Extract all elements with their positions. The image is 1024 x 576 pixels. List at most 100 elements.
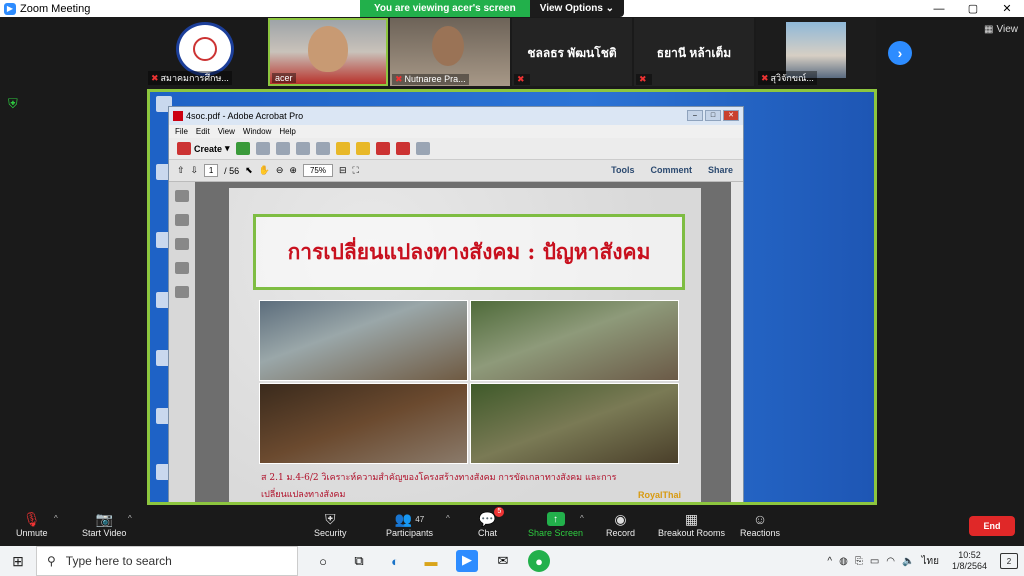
network-icon[interactable]: ▭	[870, 556, 879, 567]
comment-tab[interactable]: Comment	[650, 165, 692, 175]
acrobat-maximize-button[interactable]: □	[705, 110, 721, 121]
prev-page-icon[interactable]: ⇧	[177, 165, 185, 176]
edge-browser-icon[interactable]: ◐	[384, 550, 406, 572]
chat-button[interactable]: 💬 5 Chat	[478, 507, 505, 538]
participant-tile[interactable]: ชลลธร พัฒนโชติ ✖	[512, 18, 632, 86]
volume-icon[interactable]: 🔈	[902, 556, 914, 567]
start-video-button[interactable]: 📷 Start Video	[82, 510, 126, 539]
unmute-label: Unmute	[16, 528, 48, 538]
task-pane-tabs: Tools Comment Share	[611, 165, 733, 175]
next-page-arrow-icon[interactable]: ›	[888, 41, 912, 65]
menu-edit[interactable]: Edit	[196, 127, 210, 136]
line-app-icon[interactable]: ●	[528, 550, 550, 572]
notification-center-icon[interactable]: 2	[1000, 553, 1018, 569]
view-label: View	[996, 24, 1019, 35]
taskbar-clock[interactable]: 10:52 1/8/2564	[952, 550, 987, 572]
participants-button[interactable]: 👥 47 Participants	[386, 510, 433, 539]
next-page-icon[interactable]: ⇩	[191, 165, 199, 176]
close-button[interactable]: ✕	[990, 0, 1024, 17]
page-thumbnails-icon[interactable]	[175, 190, 189, 202]
tray-expand-icon[interactable]: ^	[827, 556, 832, 567]
end-meeting-button[interactable]: End	[969, 516, 1015, 536]
slide-title: การเปลี่ยนแปลงทางสังคม : ปัญหาสังคม	[287, 238, 651, 264]
mail-icon[interactable]: ✉	[492, 550, 514, 572]
breakout-rooms-button[interactable]: ▦ Breakout Rooms	[658, 510, 725, 539]
encryption-shield-icon[interactable]: ⛨	[8, 96, 22, 112]
maximize-button[interactable]: ▢	[956, 0, 990, 17]
print-icon[interactable]	[275, 142, 290, 155]
acrobat-close-button[interactable]: ✕	[723, 110, 739, 121]
participants-count: 47	[415, 514, 425, 524]
attach-icon[interactable]	[375, 142, 390, 155]
cortana-icon[interactable]: ○	[312, 550, 334, 572]
layers-icon[interactable]	[175, 262, 189, 274]
minimize-button[interactable]: —	[922, 0, 956, 17]
participant-tile[interactable]: ✖ สุวิจักขณ์...	[756, 18, 876, 86]
zoom-out-icon[interactable]: ⊖	[276, 165, 284, 176]
reactions-button[interactable]: ☺ Reactions	[740, 510, 780, 538]
select-tool-icon[interactable]: ⬉	[245, 165, 253, 176]
input-language[interactable]: ไทย	[921, 554, 938, 569]
task-view-icon[interactable]: ⧉	[348, 550, 370, 572]
attachments-icon[interactable]	[175, 238, 189, 250]
wifi-icon[interactable]: ◠	[886, 556, 895, 567]
menu-file[interactable]: File	[175, 127, 188, 136]
muted-mic-icon: ✖	[761, 73, 769, 83]
search-placeholder: Type here to search	[65, 554, 172, 568]
tray-app-icon[interactable]: ◍	[839, 556, 848, 567]
export-icon[interactable]	[415, 142, 430, 155]
acrobat-window[interactable]: 4soc.pdf - Adobe Acrobat Pro – □ ✕ File …	[168, 106, 744, 502]
security-button[interactable]: ⛨ Security	[314, 510, 347, 539]
page-total: / 56	[224, 165, 240, 176]
zoom-level-select[interactable]: 75%	[302, 164, 333, 177]
unmute-button[interactable]: 🎙 Unmute	[16, 510, 48, 539]
tools-tab[interactable]: Tools	[611, 165, 634, 175]
comment-icon[interactable]	[335, 142, 350, 155]
settings-gear-icon[interactable]	[315, 142, 330, 155]
video-options-caret-icon[interactable]: ^	[128, 514, 132, 523]
acrobat-minimize-button[interactable]: –	[687, 110, 703, 121]
sign-icon[interactable]	[395, 142, 410, 155]
email-icon[interactable]	[295, 142, 310, 155]
bookmarks-icon[interactable]	[175, 214, 189, 226]
slide-photo	[259, 383, 468, 464]
share-tab[interactable]: Share	[708, 165, 733, 175]
full-screen-icon[interactable]: ⛶	[353, 165, 359, 176]
hand-tool-icon[interactable]: ✋	[259, 165, 270, 176]
zoom-taskbar-icon[interactable]: ▶	[456, 550, 478, 572]
create-button[interactable]: Create ▾	[177, 142, 230, 155]
menu-view[interactable]: View	[218, 127, 235, 136]
usb-icon[interactable]: ⎘	[855, 556, 863, 567]
record-button[interactable]: ◉ Record	[606, 510, 635, 539]
vertical-scrollbar[interactable]	[731, 182, 743, 502]
muted-mic-icon: ✖	[517, 74, 525, 84]
page-number-input[interactable]: 1	[204, 164, 219, 177]
zoom-in-icon[interactable]: ⊕	[289, 165, 297, 176]
windows-start-icon[interactable]: ⊞	[0, 546, 36, 576]
participant-tile[interactable]: ธยานี หล้าเต็ม ✖	[634, 18, 754, 86]
audio-options-caret-icon[interactable]: ^	[54, 514, 58, 523]
view-button[interactable]: ▦ View	[984, 24, 1018, 35]
menu-window[interactable]: Window	[243, 127, 271, 136]
save-icon[interactable]	[255, 142, 270, 155]
share-options-caret-icon[interactable]: ^	[580, 514, 584, 523]
signatures-icon[interactable]	[175, 286, 189, 298]
participant-tile[interactable]: ✖ Nutnaree Pra...	[390, 18, 510, 86]
open-folder-icon[interactable]	[235, 142, 250, 155]
menu-help[interactable]: Help	[279, 127, 295, 136]
fit-page-icon[interactable]: ⊟	[339, 165, 347, 176]
system-tray: ^ ◍ ⎘ ▭ ◠ 🔈 ไทย 10:52 1/8/2564 2	[827, 546, 1024, 576]
shared-screen[interactable]: 4soc.pdf - Adobe Acrobat Pro – □ ✕ File …	[147, 89, 877, 505]
taskbar-search-box[interactable]: ⚲ Type here to search	[36, 546, 298, 576]
participant-tile[interactable]: ✖ สมาคมการศึกษ...	[146, 18, 266, 86]
file-explorer-icon[interactable]: ▬	[420, 550, 442, 572]
document-area[interactable]: การเปลี่ยนแปลงทางสังคม : ปัญหาสังคม ส 2.…	[169, 182, 743, 502]
share-screen-button[interactable]: ↑ Share Screen	[528, 510, 583, 538]
participants-options-caret-icon[interactable]: ^	[446, 514, 450, 523]
navigation-pane	[169, 182, 195, 502]
participant-face	[432, 26, 464, 66]
highlight-icon[interactable]	[355, 142, 370, 155]
participant-tile[interactable]: acer	[268, 18, 388, 86]
slide-brand: RoyalThai	[637, 490, 681, 500]
view-options-button[interactable]: View Options ⌄	[529, 0, 625, 17]
